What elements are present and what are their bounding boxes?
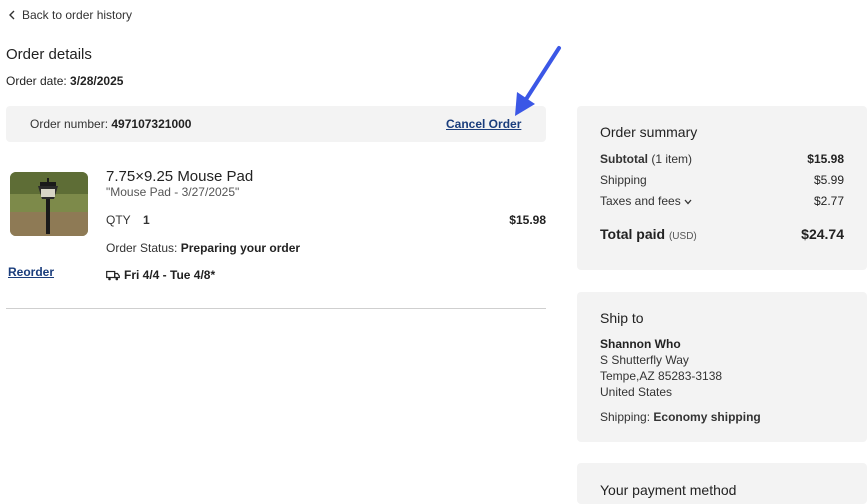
address-street: S Shutterfly Way: [600, 353, 689, 367]
chevron-left-icon: [9, 10, 15, 20]
shipping-label: Shipping: [600, 173, 647, 187]
ship-to-panel: Ship to Shannon Who S Shutterfly Way Tem…: [577, 292, 867, 442]
order-number: Order number: 497107321000: [30, 117, 191, 131]
qty-value: 1: [143, 213, 150, 227]
page-title: Order details: [6, 46, 92, 63]
shipping-method-value: Economy shipping: [653, 410, 761, 424]
shipping-row: Shipping $5.99: [600, 173, 844, 187]
order-number-label: Order number:: [30, 117, 109, 131]
address-country: United States: [600, 385, 673, 399]
subtotal-value: $15.98: [807, 152, 844, 166]
annotation-arrow-icon: [515, 46, 561, 116]
order-summary-title: Order summary: [600, 124, 698, 140]
taxes-label: Taxes and fees: [600, 194, 681, 208]
recipient-name: Shannon Who: [600, 337, 681, 351]
address-city: Tempe,AZ 85283-3138: [600, 369, 723, 383]
divider: [6, 308, 546, 309]
product-subtitle: "Mouse Pad - 3/27/2025": [106, 185, 240, 199]
payment-method-title: Your payment method: [600, 482, 737, 498]
order-status: Order Status: Preparing your order: [106, 241, 300, 255]
order-date: Order date: 3/28/2025: [6, 74, 123, 88]
payment-method-panel: Your payment method: [577, 463, 867, 504]
subtotal-count: (1 item): [651, 152, 693, 166]
order-date-label: Order date:: [6, 74, 67, 88]
order-summary-panel: Order summary Subtotal (1 item) $15.98 S…: [577, 106, 867, 270]
chevron-down-icon: [684, 199, 692, 205]
reorder-link[interactable]: Reorder: [8, 265, 54, 279]
order-number-value: 497107321000: [111, 117, 192, 131]
delivery-estimate: Fri 4/4 - Tue 4/8*: [106, 268, 215, 282]
ship-to-title: Ship to: [600, 310, 644, 326]
qty-label: QTY: [106, 213, 131, 227]
shipping-method: Shipping: Economy shipping: [600, 410, 761, 424]
total-label: Total paid: [600, 226, 666, 242]
order-status-value: Preparing your order: [180, 241, 301, 255]
back-link-label: Back to order history: [22, 8, 133, 22]
back-to-order-history-link[interactable]: Back to order history: [8, 8, 132, 22]
truck-icon: [106, 270, 120, 280]
shipping-value: $5.99: [813, 173, 844, 187]
delivery-dates: Fri 4/4 - Tue 4/8*: [124, 268, 216, 282]
order-number-bar: Order number: 497107321000 Cancel Order: [6, 106, 546, 142]
total-currency: (USD): [668, 231, 697, 242]
subtotal-label: Subtotal: [600, 152, 648, 166]
taxes-row: Taxes and fees $2.77: [600, 194, 844, 208]
product-name: 7.75×9.25 Mouse Pad: [106, 168, 254, 185]
order-status-label: Order Status:: [106, 241, 178, 255]
total-value: $24.74: [801, 226, 844, 242]
product-thumbnail: [10, 172, 88, 236]
total-row: Total paid (USD) $24.74: [600, 226, 844, 242]
item-price: $15.98: [509, 213, 546, 227]
subtotal-row: Subtotal (1 item) $15.98: [600, 152, 844, 166]
shipping-method-label: Shipping:: [600, 410, 651, 424]
taxes-toggle[interactable]: Taxes and fees: [600, 194, 692, 208]
order-date-value: 3/28/2025: [70, 74, 124, 88]
taxes-value: $2.77: [813, 194, 844, 208]
